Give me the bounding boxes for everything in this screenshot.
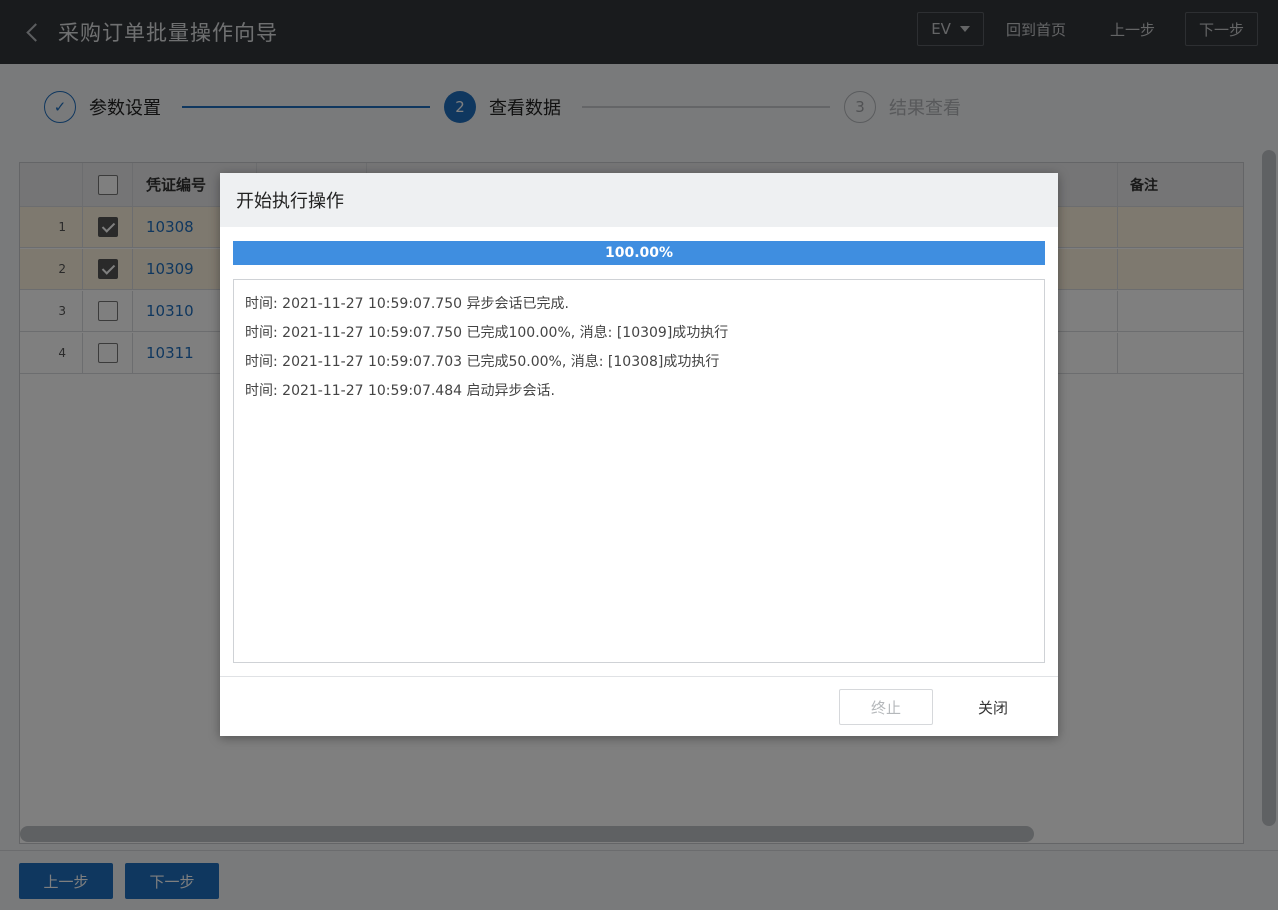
log-line: 时间: 2021-11-27 10:59:07.703 已完成50.00%, 消… (245, 354, 720, 370)
progress-percent: 100.00% (604, 245, 674, 261)
dialog-footer: 终止 关闭 (220, 676, 1058, 736)
log-line: 时间: 2021-11-27 10:59:07.750 已完成100.00%, … (245, 325, 729, 341)
progress-bar: 100.00% (233, 241, 1045, 265)
execute-operation-dialog: 开始执行操作 100.00% 时间: 2021-11-27 10:59:07.7… (220, 173, 1058, 736)
close-button[interactable]: 关闭 (946, 689, 1040, 725)
log-line: 时间: 2021-11-27 10:59:07.484 启动异步会话. (245, 383, 555, 399)
dialog-title: 开始执行操作 (220, 173, 1058, 227)
execution-log[interactable]: 时间: 2021-11-27 10:59:07.750 异步会话已完成. 时间:… (233, 279, 1045, 663)
stop-button[interactable]: 终止 (839, 689, 933, 725)
log-line: 时间: 2021-11-27 10:59:07.750 异步会话已完成. (245, 296, 569, 312)
